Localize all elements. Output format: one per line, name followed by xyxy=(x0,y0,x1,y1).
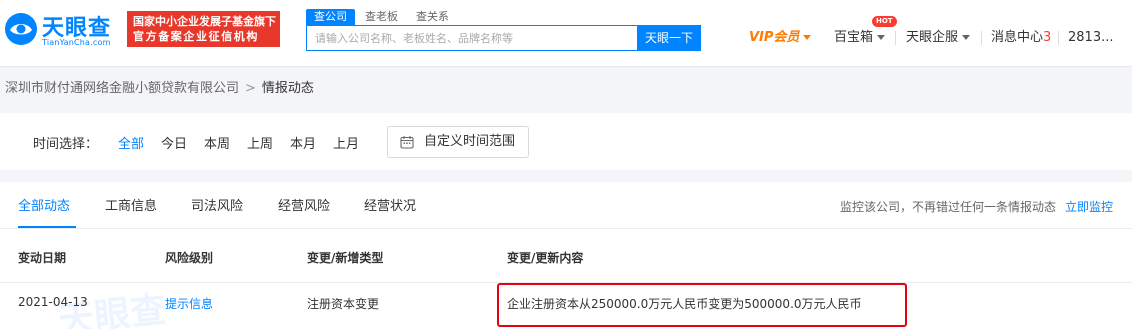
time-option-this-week[interactable]: 本周 xyxy=(204,133,230,152)
custom-time-range-button[interactable]: 自定义时间范围 xyxy=(387,126,529,158)
banner-line-1: 国家中小企业发展子基金旗下 xyxy=(133,15,276,28)
search-tab-company[interactable]: 查公司 xyxy=(306,9,355,25)
certification-banner: 国家中小企业发展子基金旗下 官方备案企业征信机构 xyxy=(127,11,280,47)
nav-vip-label: VIP会员 xyxy=(749,30,800,45)
time-option-today[interactable]: 今日 xyxy=(161,133,187,152)
row-date: 2021-04-13 xyxy=(18,295,88,309)
search-input[interactable] xyxy=(307,26,638,50)
nav-msg-label: 消息中心 xyxy=(991,30,1044,45)
breadcrumb: 深圳市财付通网络金融小额贷款有限公司 > 情报动态 xyxy=(5,80,314,98)
breadcrumb-separator: > xyxy=(245,81,256,96)
monitor-now-link[interactable]: 立即监控 xyxy=(1065,198,1113,216)
monitor-hint: 监控该公司，不再错过任何一条情报动态 xyxy=(839,200,1056,214)
tab-operational-status[interactable]: 经营状况 xyxy=(364,198,416,216)
top-header: 天眼查 TianYanCha.com 国家中小企业发展子基金旗下 官方备案企业征… xyxy=(0,0,1132,67)
breadcrumb-current: 情报动态 xyxy=(261,81,314,96)
nav-enterprise-service[interactable]: 天眼企服 xyxy=(906,29,971,47)
row-risk-level-link[interactable]: 提示信息 xyxy=(165,295,213,312)
row-change-type: 注册资本变更 xyxy=(307,297,380,311)
time-option-last-month[interactable]: 上月 xyxy=(333,133,359,152)
message-count-badge: 3 xyxy=(1043,30,1052,45)
eye-logo-icon xyxy=(5,13,37,45)
intel-dynamics-panel: 全部动态 工商信息 司法风险 经营风险 经营状况 监控该公司，不再错过任何一条情… xyxy=(0,182,1132,329)
tabs-divider xyxy=(0,228,1132,229)
nav-divider xyxy=(1058,31,1059,45)
time-option-this-month[interactable]: 本月 xyxy=(290,133,316,152)
nav-message-center[interactable]: 消息中心3 xyxy=(991,29,1051,47)
chevron-down-icon xyxy=(877,35,886,40)
tab-all-dynamics[interactable]: 全部动态 xyxy=(18,198,70,216)
nav-corp-label: 天眼企服 xyxy=(906,30,959,45)
tab-business-info[interactable]: 工商信息 xyxy=(105,198,157,216)
custom-range-label: 自定义时间范围 xyxy=(424,134,516,149)
chevron-down-icon xyxy=(803,35,812,40)
logo[interactable]: 天眼查 TianYanCha.com xyxy=(4,8,122,50)
column-header-change-type: 变更/新增类型 xyxy=(307,251,384,265)
time-filter-panel: 时间选择： 全部 今日 本周 上周 本月 上月 自定义时间范围 xyxy=(0,113,1132,170)
tab-operational-risk[interactable]: 经营风险 xyxy=(278,198,330,216)
search-tab-relation[interactable]: 查关系 xyxy=(408,9,457,25)
chevron-down-icon xyxy=(962,35,971,40)
nav-user-account[interactable]: 2813... xyxy=(1068,29,1113,47)
hot-badge: HOT xyxy=(872,16,897,27)
search-tab-boss[interactable]: 查老板 xyxy=(357,9,406,25)
calendar-icon xyxy=(400,136,414,149)
time-filter-label: 时间选择： xyxy=(33,137,99,152)
nav-treasure-box[interactable]: 百宝箱 xyxy=(834,29,886,47)
banner-line-2: 官方备案企业征信机构 xyxy=(133,30,259,43)
breadcrumb-company-link[interactable]: 深圳市财付通网络金融小额贷款有限公司 xyxy=(5,81,239,96)
column-header-change-content: 变更/更新内容 xyxy=(507,251,584,265)
nav-box-label: 百宝箱 xyxy=(834,30,874,45)
nav-vip[interactable]: VIP会员 xyxy=(749,29,812,47)
search-button[interactable]: 天眼一下 xyxy=(637,25,701,51)
nav-divider xyxy=(895,31,896,45)
search-box xyxy=(306,25,638,51)
time-option-last-week[interactable]: 上周 xyxy=(247,133,273,152)
logo-domain: TianYanCha.com xyxy=(42,38,111,47)
tab-judicial-risk[interactable]: 司法风险 xyxy=(191,198,243,216)
column-header-date: 变动日期 xyxy=(18,251,67,265)
annotation-highlight-box xyxy=(497,283,907,327)
column-header-risk-level: 风险级别 xyxy=(165,251,214,265)
nav-divider xyxy=(981,31,982,45)
time-option-all[interactable]: 全部 xyxy=(118,133,144,152)
search-tabs: 查公司 查老板 查关系 xyxy=(306,9,459,25)
